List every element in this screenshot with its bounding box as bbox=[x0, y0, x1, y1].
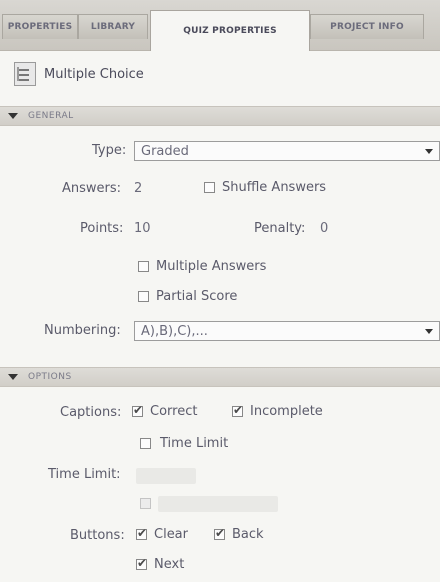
next-label: Next bbox=[154, 557, 185, 572]
collapse-triangle-icon bbox=[8, 113, 18, 119]
timeout-label-disabled bbox=[158, 496, 278, 512]
answers-label: Answers: bbox=[62, 181, 122, 196]
multiple-answers-checkbox[interactable] bbox=[138, 261, 149, 272]
type-dropdown[interactable]: Graded bbox=[134, 141, 440, 161]
type-dropdown-value: Graded bbox=[141, 143, 189, 159]
list-icon bbox=[14, 62, 36, 86]
general-section-header[interactable]: GENERAL bbox=[0, 106, 440, 126]
next-checkbox[interactable] bbox=[136, 556, 147, 570]
collapse-triangle-icon bbox=[8, 374, 18, 380]
clear-label: Clear bbox=[154, 527, 188, 542]
answers-value[interactable]: 2 bbox=[134, 181, 142, 196]
question-type-title: Multiple Choice bbox=[44, 66, 144, 82]
correct-label: Correct bbox=[150, 404, 198, 419]
time-limit-field-label: Time Limit: bbox=[48, 467, 121, 482]
time-limit-checkbox[interactable] bbox=[140, 438, 151, 449]
tab-properties[interactable]: PROPERTIES bbox=[2, 14, 78, 39]
captions-label: Captions: bbox=[60, 405, 122, 420]
tab-library[interactable]: LIBRARY bbox=[78, 14, 148, 39]
tab-quiz-properties[interactable]: QUIZ PROPERTIES bbox=[150, 10, 310, 51]
tab-project-info[interactable]: PROJECT INFO bbox=[310, 14, 424, 39]
clear-checkbox[interactable] bbox=[136, 526, 147, 540]
question-type-header: Multiple Choice bbox=[14, 60, 144, 88]
buttons-label: Buttons: bbox=[70, 528, 125, 543]
shuffle-answers-label: Shuffle Answers bbox=[222, 180, 327, 195]
options-section-label: OPTIONS bbox=[28, 372, 72, 382]
incomplete-label: Incomplete bbox=[250, 404, 323, 419]
points-label: Points: bbox=[80, 221, 124, 236]
time-limit-label: Time Limit bbox=[160, 436, 229, 451]
general-section-label: GENERAL bbox=[28, 111, 74, 121]
back-label: Back bbox=[232, 527, 264, 542]
options-section-header[interactable]: OPTIONS bbox=[0, 367, 440, 387]
tab-bar: PROPERTIES LIBRARY QUIZ PROPERTIES PROJE… bbox=[0, 0, 440, 51]
numbering-dropdown-value: A),B),C),... bbox=[141, 323, 208, 339]
partial-score-checkbox[interactable] bbox=[138, 291, 149, 302]
penalty-value[interactable]: 0 bbox=[320, 221, 328, 236]
numbering-label: Numbering: bbox=[44, 323, 121, 338]
shuffle-answers-checkbox[interactable] bbox=[204, 182, 215, 193]
chevron-down-icon bbox=[425, 148, 433, 154]
chevron-down-icon bbox=[425, 328, 433, 334]
penalty-label: Penalty: bbox=[254, 221, 306, 236]
back-checkbox[interactable] bbox=[214, 526, 225, 540]
time-limit-input bbox=[136, 468, 196, 484]
points-value[interactable]: 10 bbox=[134, 221, 151, 236]
timeout-checkbox bbox=[140, 498, 151, 509]
numbering-dropdown[interactable]: A),B),C),... bbox=[134, 321, 440, 341]
correct-checkbox[interactable] bbox=[132, 403, 143, 417]
type-label: Type: bbox=[92, 143, 127, 158]
partial-score-label: Partial Score bbox=[156, 289, 238, 304]
multiple-answers-label: Multiple Answers bbox=[156, 259, 267, 274]
quiz-properties-panel: PROPERTIES LIBRARY QUIZ PROPERTIES PROJE… bbox=[0, 0, 440, 582]
incomplete-checkbox[interactable] bbox=[232, 403, 243, 417]
